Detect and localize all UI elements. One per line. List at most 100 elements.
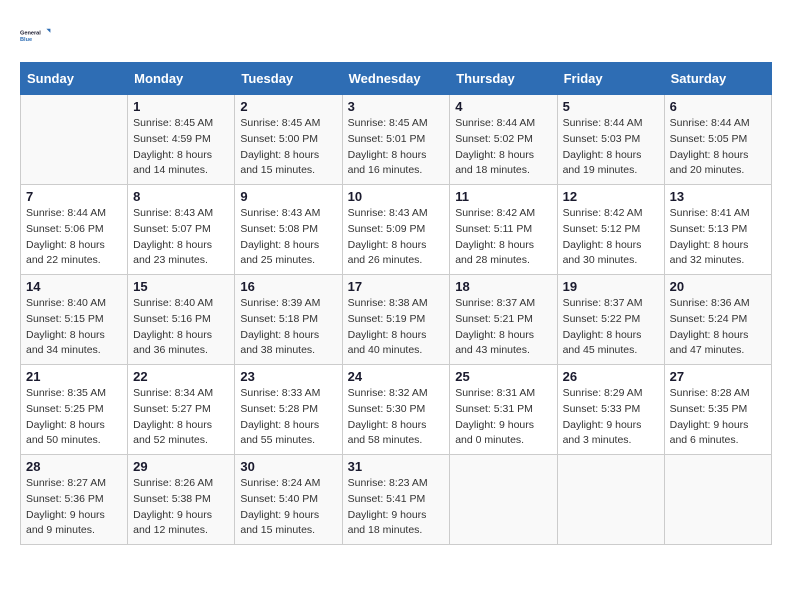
column-header-wednesday: Wednesday [342,63,450,95]
day-cell: 6 Sunrise: 8:44 AMSunset: 5:05 PMDaylight… [664,95,771,185]
day-number: 9 [240,189,336,204]
day-cell: 10 Sunrise: 8:43 AMSunset: 5:09 PMDayligh… [342,185,450,275]
day-cell: 20 Sunrise: 8:36 AMSunset: 5:24 PMDayligh… [664,275,771,365]
day-cell: 22 Sunrise: 8:34 AMSunset: 5:27 PMDayligh… [128,365,235,455]
day-cell: 27 Sunrise: 8:28 AMSunset: 5:35 PMDayligh… [664,365,771,455]
day-detail: Sunrise: 8:23 AMSunset: 5:41 PMDaylight:… [348,476,445,539]
day-detail: Sunrise: 8:37 AMSunset: 5:22 PMDaylight:… [563,296,659,359]
day-cell: 26 Sunrise: 8:29 AMSunset: 5:33 PMDayligh… [557,365,664,455]
day-number: 18 [455,279,551,294]
day-detail: Sunrise: 8:34 AMSunset: 5:27 PMDaylight:… [133,386,229,449]
header: GeneralBlue [20,20,772,52]
day-detail: Sunrise: 8:28 AMSunset: 5:35 PMDaylight:… [670,386,766,449]
day-cell: 14 Sunrise: 8:40 AMSunset: 5:15 PMDayligh… [21,275,128,365]
day-detail: Sunrise: 8:45 AMSunset: 4:59 PMDaylight:… [133,116,229,179]
day-detail: Sunrise: 8:29 AMSunset: 5:33 PMDaylight:… [563,386,659,449]
day-detail: Sunrise: 8:31 AMSunset: 5:31 PMDaylight:… [455,386,551,449]
day-cell: 8 Sunrise: 8:43 AMSunset: 5:07 PMDaylight… [128,185,235,275]
day-number: 12 [563,189,659,204]
day-detail: Sunrise: 8:44 AMSunset: 5:03 PMDaylight:… [563,116,659,179]
day-cell: 7 Sunrise: 8:44 AMSunset: 5:06 PMDaylight… [21,185,128,275]
day-cell: 24 Sunrise: 8:32 AMSunset: 5:30 PMDayligh… [342,365,450,455]
day-detail: Sunrise: 8:43 AMSunset: 5:09 PMDaylight:… [348,206,445,269]
day-number: 25 [455,369,551,384]
day-detail: Sunrise: 8:44 AMSunset: 5:06 PMDaylight:… [26,206,122,269]
week-row-2: 7 Sunrise: 8:44 AMSunset: 5:06 PMDaylight… [21,185,772,275]
day-detail: Sunrise: 8:36 AMSunset: 5:24 PMDaylight:… [670,296,766,359]
day-cell: 16 Sunrise: 8:39 AMSunset: 5:18 PMDayligh… [235,275,342,365]
header-row: SundayMondayTuesdayWednesdayThursdayFrid… [21,63,772,95]
week-row-4: 21 Sunrise: 8:35 AMSunset: 5:25 PMDayligh… [21,365,772,455]
column-header-monday: Monday [128,63,235,95]
day-cell: 5 Sunrise: 8:44 AMSunset: 5:03 PMDaylight… [557,95,664,185]
day-number: 15 [133,279,229,294]
day-detail: Sunrise: 8:43 AMSunset: 5:07 PMDaylight:… [133,206,229,269]
day-cell: 3Sunrise: 8:45 AMSunset: 5:01 PMDaylight… [342,95,450,185]
day-number: 27 [670,369,766,384]
day-number: 13 [670,189,766,204]
day-number: 19 [563,279,659,294]
day-detail: Sunrise: 8:26 AMSunset: 5:38 PMDaylight:… [133,476,229,539]
day-cell: 13 Sunrise: 8:41 AMSunset: 5:13 PMDayligh… [664,185,771,275]
day-cell: 23 Sunrise: 8:33 AMSunset: 5:28 PMDayligh… [235,365,342,455]
day-number: 30 [240,459,336,474]
day-number: 4 [455,99,551,114]
column-header-tuesday: Tuesday [235,63,342,95]
day-detail: Sunrise: 8:43 AMSunset: 5:08 PMDaylight:… [240,206,336,269]
day-cell: 4 Sunrise: 8:44 AMSunset: 5:02 PMDaylight… [450,95,557,185]
day-number: 29 [133,459,229,474]
column-header-sunday: Sunday [21,63,128,95]
day-detail: Sunrise: 8:32 AMSunset: 5:30 PMDaylight:… [348,386,445,449]
day-number: 1 [133,99,229,114]
day-cell: 12Sunrise: 8:42 AMSunset: 5:12 PMDayligh… [557,185,664,275]
day-number: 21 [26,369,122,384]
day-detail: Sunrise: 8:37 AMSunset: 5:21 PMDaylight:… [455,296,551,359]
day-number: 14 [26,279,122,294]
day-detail: Sunrise: 8:44 AMSunset: 5:05 PMDaylight:… [670,116,766,179]
day-number: 26 [563,369,659,384]
day-detail: Sunrise: 8:45 AMSunset: 5:01 PMDaylight:… [348,116,445,179]
day-number: 2 [240,99,336,114]
day-number: 24 [348,369,445,384]
day-detail: Sunrise: 8:40 AMSunset: 5:15 PMDaylight:… [26,296,122,359]
calendar-table: SundayMondayTuesdayWednesdayThursdayFrid… [20,62,772,545]
column-header-saturday: Saturday [664,63,771,95]
day-cell: 28Sunrise: 8:27 AMSunset: 5:36 PMDayligh… [21,455,128,545]
day-cell [557,455,664,545]
day-cell: 9 Sunrise: 8:43 AMSunset: 5:08 PMDaylight… [235,185,342,275]
svg-text:General: General [20,30,41,36]
day-detail: Sunrise: 8:39 AMSunset: 5:18 PMDaylight:… [240,296,336,359]
day-detail: Sunrise: 8:33 AMSunset: 5:28 PMDaylight:… [240,386,336,449]
day-cell: 1 Sunrise: 8:45 AMSunset: 4:59 PMDaylight… [128,95,235,185]
day-cell [21,95,128,185]
day-cell: 18 Sunrise: 8:37 AMSunset: 5:21 PMDayligh… [450,275,557,365]
day-cell: 21 Sunrise: 8:35 AMSunset: 5:25 PMDayligh… [21,365,128,455]
day-number: 8 [133,189,229,204]
day-detail: Sunrise: 8:44 AMSunset: 5:02 PMDaylight:… [455,116,551,179]
day-detail: Sunrise: 8:42 AMSunset: 5:11 PMDaylight:… [455,206,551,269]
day-cell: 31Sunrise: 8:23 AMSunset: 5:41 PMDayligh… [342,455,450,545]
day-number: 7 [26,189,122,204]
day-number: 22 [133,369,229,384]
day-number: 10 [348,189,445,204]
day-detail: Sunrise: 8:27 AMSunset: 5:36 PMDaylight:… [26,476,122,539]
day-detail: Sunrise: 8:41 AMSunset: 5:13 PMDaylight:… [670,206,766,269]
day-cell: 25 Sunrise: 8:31 AMSunset: 5:31 PMDayligh… [450,365,557,455]
logo-icon: GeneralBlue [20,20,52,52]
column-header-thursday: Thursday [450,63,557,95]
day-detail: Sunrise: 8:35 AMSunset: 5:25 PMDaylight:… [26,386,122,449]
column-header-friday: Friday [557,63,664,95]
day-number: 5 [563,99,659,114]
day-cell [450,455,557,545]
day-number: 17 [348,279,445,294]
day-detail: Sunrise: 8:38 AMSunset: 5:19 PMDaylight:… [348,296,445,359]
day-cell: 11 Sunrise: 8:42 AMSunset: 5:11 PMDayligh… [450,185,557,275]
day-number: 11 [455,189,551,204]
logo: GeneralBlue [20,20,52,52]
day-number: 20 [670,279,766,294]
day-number: 16 [240,279,336,294]
week-row-3: 14 Sunrise: 8:40 AMSunset: 5:15 PMDayligh… [21,275,772,365]
day-cell: 19 Sunrise: 8:37 AMSunset: 5:22 PMDayligh… [557,275,664,365]
day-number: 6 [670,99,766,114]
day-number: 23 [240,369,336,384]
